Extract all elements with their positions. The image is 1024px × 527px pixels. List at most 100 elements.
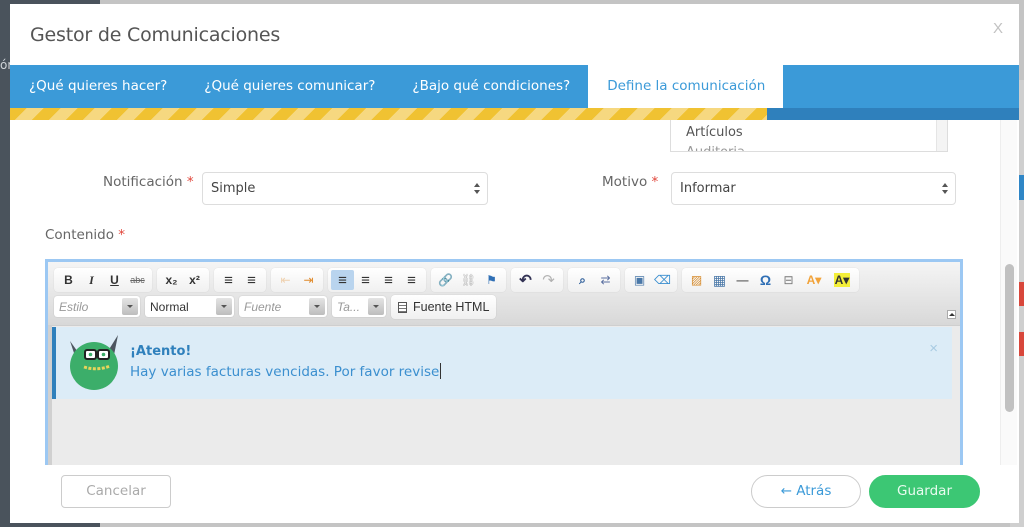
rich-text-editor[interactable]: B I U abc x₂ x² ≡ ≡ ⇤ ⇥ ≡ ≡ ≡ ≡ 🔗 ⛓ ⚑ ↶ … xyxy=(45,259,963,465)
font-combo[interactable]: Fuente xyxy=(239,296,327,317)
toolbar-group-links: 🔗 ⛓ ⚑ xyxy=(431,268,506,292)
page-break-button[interactable]: ⊟ xyxy=(777,270,800,290)
chevron-down-icon xyxy=(122,298,138,315)
motivo-label: Motivo * xyxy=(602,174,658,190)
alert-message: Hay varias facturas vencidas. Por favor … xyxy=(130,364,440,380)
undo-button[interactable]: ↶ xyxy=(514,270,537,290)
justify-icon: ≡ xyxy=(407,271,416,289)
link-button[interactable]: 🔗 xyxy=(434,270,457,290)
indent-icon: ⇥ xyxy=(303,273,314,287)
motivo-select[interactable]: Informar xyxy=(671,172,956,205)
notificacion-label-text: Notificación xyxy=(103,174,183,190)
wizard-progress-bar xyxy=(10,108,1019,120)
bold-button[interactable]: B xyxy=(57,270,80,290)
undo-icon: ↶ xyxy=(519,272,532,289)
underline-button[interactable]: U xyxy=(103,270,126,290)
justify-button[interactable]: ≡ xyxy=(400,270,423,290)
find-button[interactable]: ⌕ xyxy=(571,270,594,290)
page-break-icon: ⊟ xyxy=(783,273,794,287)
subscript-icon: x₂ xyxy=(165,273,178,287)
close-icon[interactable]: X xyxy=(993,20,1003,37)
image-button[interactable]: ▨ xyxy=(685,270,708,290)
special-char-button[interactable]: Ω xyxy=(754,270,777,290)
format-combo[interactable]: Normal xyxy=(145,296,234,317)
bullet-list-button[interactable]: ≡ xyxy=(240,270,263,290)
alert-text[interactable]: Hay varias facturas vencidas. Por favor … xyxy=(130,363,442,380)
size-combo[interactable]: Ta... xyxy=(332,296,386,317)
scrollbar-thumb[interactable] xyxy=(1005,264,1014,412)
toolbar-group-find: ⌕ ⇄ xyxy=(568,268,620,292)
highlight-color-icon: A▾ xyxy=(833,273,851,287)
editor-toolbar: B I U abc x₂ x² ≡ ≡ ⇤ ⇥ ≡ ≡ ≡ ≡ 🔗 ⛓ ⚑ ↶ … xyxy=(48,262,960,326)
modal-scrollbar[interactable] xyxy=(1000,120,1017,465)
notificacion-label: Notificación * xyxy=(103,174,194,190)
style-combo-placeholder: Estilo xyxy=(59,299,89,314)
content-area: Artículos Auditoria Notificación * Simpl… xyxy=(10,120,1000,465)
toolbar-group-indent: ⇤ ⇥ xyxy=(271,268,323,292)
text-cursor xyxy=(440,363,442,379)
toolbar-group-insert: ▨ ▦ — Ω ⊟ A▾ A▾ xyxy=(682,268,859,292)
select-all-icon: ▣ xyxy=(633,273,646,287)
monster-avatar xyxy=(70,335,118,390)
tab-define-comunicacion[interactable]: Define la comunicación xyxy=(588,65,784,108)
chevron-down-icon xyxy=(368,298,384,315)
align-center-button[interactable]: ≡ xyxy=(354,270,377,290)
save-button[interactable]: Guardar xyxy=(869,475,980,508)
redo-icon: ↷ xyxy=(542,272,555,289)
align-right-button[interactable]: ≡ xyxy=(377,270,400,290)
motivo-value: Informar xyxy=(680,181,736,196)
text-color-icon: A▾ xyxy=(806,273,822,287)
notificacion-select[interactable]: Simple xyxy=(202,172,488,205)
superscript-button[interactable]: x² xyxy=(183,270,206,290)
remove-format-button[interactable]: ⌫ xyxy=(651,270,674,290)
italic-icon: I xyxy=(89,272,94,287)
outdent-icon: ⇤ xyxy=(280,273,291,287)
numbered-list-button[interactable]: ≡ xyxy=(217,270,240,290)
source-html-button[interactable]: Fuente HTML xyxy=(391,295,497,319)
outdent-button[interactable]: ⇤ xyxy=(274,270,297,290)
redo-button[interactable]: ↷ xyxy=(537,270,560,290)
cancel-button[interactable]: Cancelar xyxy=(61,475,171,508)
listbox-item[interactable]: Auditoria xyxy=(671,140,947,151)
alert-title: ¡Atento! xyxy=(130,344,192,359)
tab-que-comunicar[interactable]: ¿Qué quieres comunicar? xyxy=(185,65,393,108)
style-combo[interactable]: Estilo xyxy=(54,296,140,317)
align-left-button[interactable]: ≡ xyxy=(331,270,354,290)
table-button[interactable]: ▦ xyxy=(708,270,731,290)
anchor-button[interactable]: ⚑ xyxy=(480,270,503,290)
strikethrough-icon: abc xyxy=(130,275,145,285)
required-mark: * xyxy=(118,227,126,243)
horizontal-rule-button[interactable]: — xyxy=(731,270,754,290)
size-combo-placeholder: Ta... xyxy=(337,299,360,314)
image-icon: ▨ xyxy=(690,273,703,287)
indent-button[interactable]: ⇥ xyxy=(297,270,320,290)
collapse-toolbar-button[interactable] xyxy=(947,310,956,319)
contenido-label: Contenido * xyxy=(45,227,125,243)
editor-content[interactable]: ¡Atento! Hay varias facturas vencidas. P… xyxy=(48,326,960,465)
tab-que-hacer[interactable]: ¿Qué quieres hacer? xyxy=(10,65,185,108)
italic-button[interactable]: I xyxy=(80,270,103,290)
eraser-icon: ⌫ xyxy=(654,273,671,287)
unlink-button[interactable]: ⛓ xyxy=(457,270,480,290)
listbox-scrollbar[interactable] xyxy=(936,120,947,151)
document-icon xyxy=(398,301,407,313)
listbox[interactable]: Artículos Auditoria xyxy=(670,120,948,152)
tab-condiciones[interactable]: ¿Bajo qué condiciones? xyxy=(393,65,588,108)
select-all-button[interactable]: ▣ xyxy=(628,270,651,290)
alert-box: ¡Atento! Hay varias facturas vencidas. P… xyxy=(52,327,952,399)
toolbar-group-basic: B I U abc xyxy=(54,268,152,292)
strikethrough-button[interactable]: abc xyxy=(126,270,149,290)
listbox-item[interactable]: Artículos xyxy=(671,120,947,140)
required-mark: * xyxy=(651,174,659,190)
alert-close-icon[interactable]: × xyxy=(929,340,938,357)
back-button[interactable]: ← Atrás xyxy=(751,475,861,508)
align-left-icon: ≡ xyxy=(338,271,347,289)
contenido-label-text: Contenido xyxy=(45,227,114,243)
bg-color-button[interactable]: A▾ xyxy=(828,270,856,290)
text-color-button[interactable]: A▾ xyxy=(800,270,828,290)
superscript-icon: x² xyxy=(189,273,200,287)
subscript-button[interactable]: x₂ xyxy=(160,270,183,290)
bold-icon: B xyxy=(64,273,73,287)
replace-button[interactable]: ⇄ xyxy=(594,270,617,290)
motivo-label-text: Motivo xyxy=(602,174,648,190)
